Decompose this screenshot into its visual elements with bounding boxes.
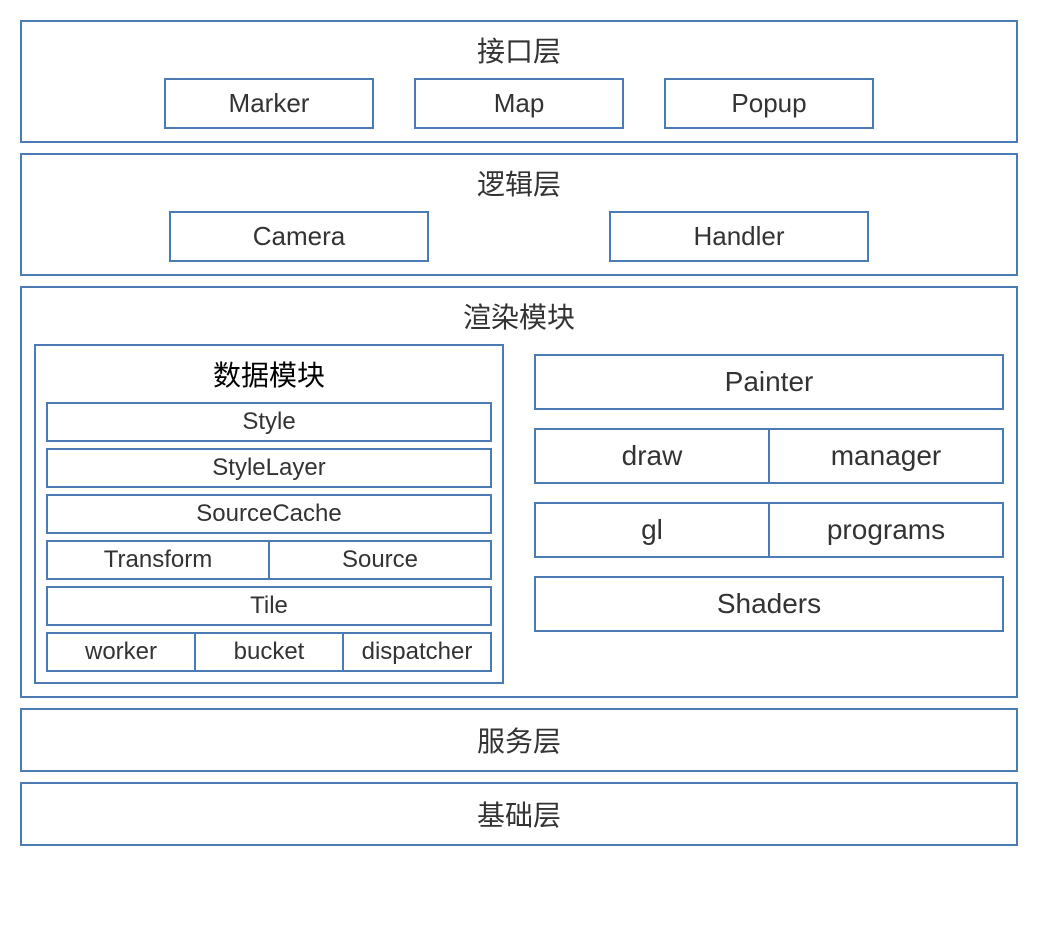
- data-box-style: Style: [46, 402, 492, 442]
- data-box-stylelayer: StyleLayer: [46, 448, 492, 488]
- render-module: 渲染模块 数据模块 Style StyleLayer SourceCache T…: [20, 286, 1018, 698]
- interface-box-map: Map: [414, 78, 624, 129]
- render-box-gl: gl: [534, 502, 770, 558]
- render-box-shaders: Shaders: [534, 576, 1004, 632]
- render-box-manager: manager: [768, 428, 1004, 484]
- data-box-sourcecache: SourceCache: [46, 494, 492, 534]
- data-box-dispatcher: dispatcher: [342, 632, 492, 672]
- render-box-draw: draw: [534, 428, 770, 484]
- data-box-tile: Tile: [46, 586, 492, 626]
- render-box-painter: Painter: [534, 354, 1004, 410]
- data-box-source: Source: [268, 540, 492, 580]
- logic-box-handler: Handler: [609, 211, 869, 262]
- data-module: 数据模块 Style StyleLayer SourceCache Transf…: [34, 344, 504, 684]
- render-module-title: 渲染模块: [34, 296, 1004, 336]
- logic-layer: 逻辑层 Camera Handler: [20, 153, 1018, 276]
- interface-layer: 接口层 Marker Map Popup: [20, 20, 1018, 143]
- data-box-transform: Transform: [46, 540, 270, 580]
- interface-layer-title: 接口层: [34, 30, 1004, 70]
- data-box-bucket: bucket: [194, 632, 344, 672]
- interface-box-marker: Marker: [164, 78, 374, 129]
- render-box-programs: programs: [768, 502, 1004, 558]
- logic-layer-title: 逻辑层: [34, 163, 1004, 203]
- logic-box-camera: Camera: [169, 211, 429, 262]
- data-module-title: 数据模块: [46, 354, 492, 394]
- service-layer: 服务层: [20, 708, 1018, 772]
- base-layer: 基础层: [20, 782, 1018, 846]
- render-right-column: Painter draw manager gl programs Shaders: [534, 344, 1004, 684]
- interface-box-popup: Popup: [664, 78, 874, 129]
- data-box-worker: worker: [46, 632, 196, 672]
